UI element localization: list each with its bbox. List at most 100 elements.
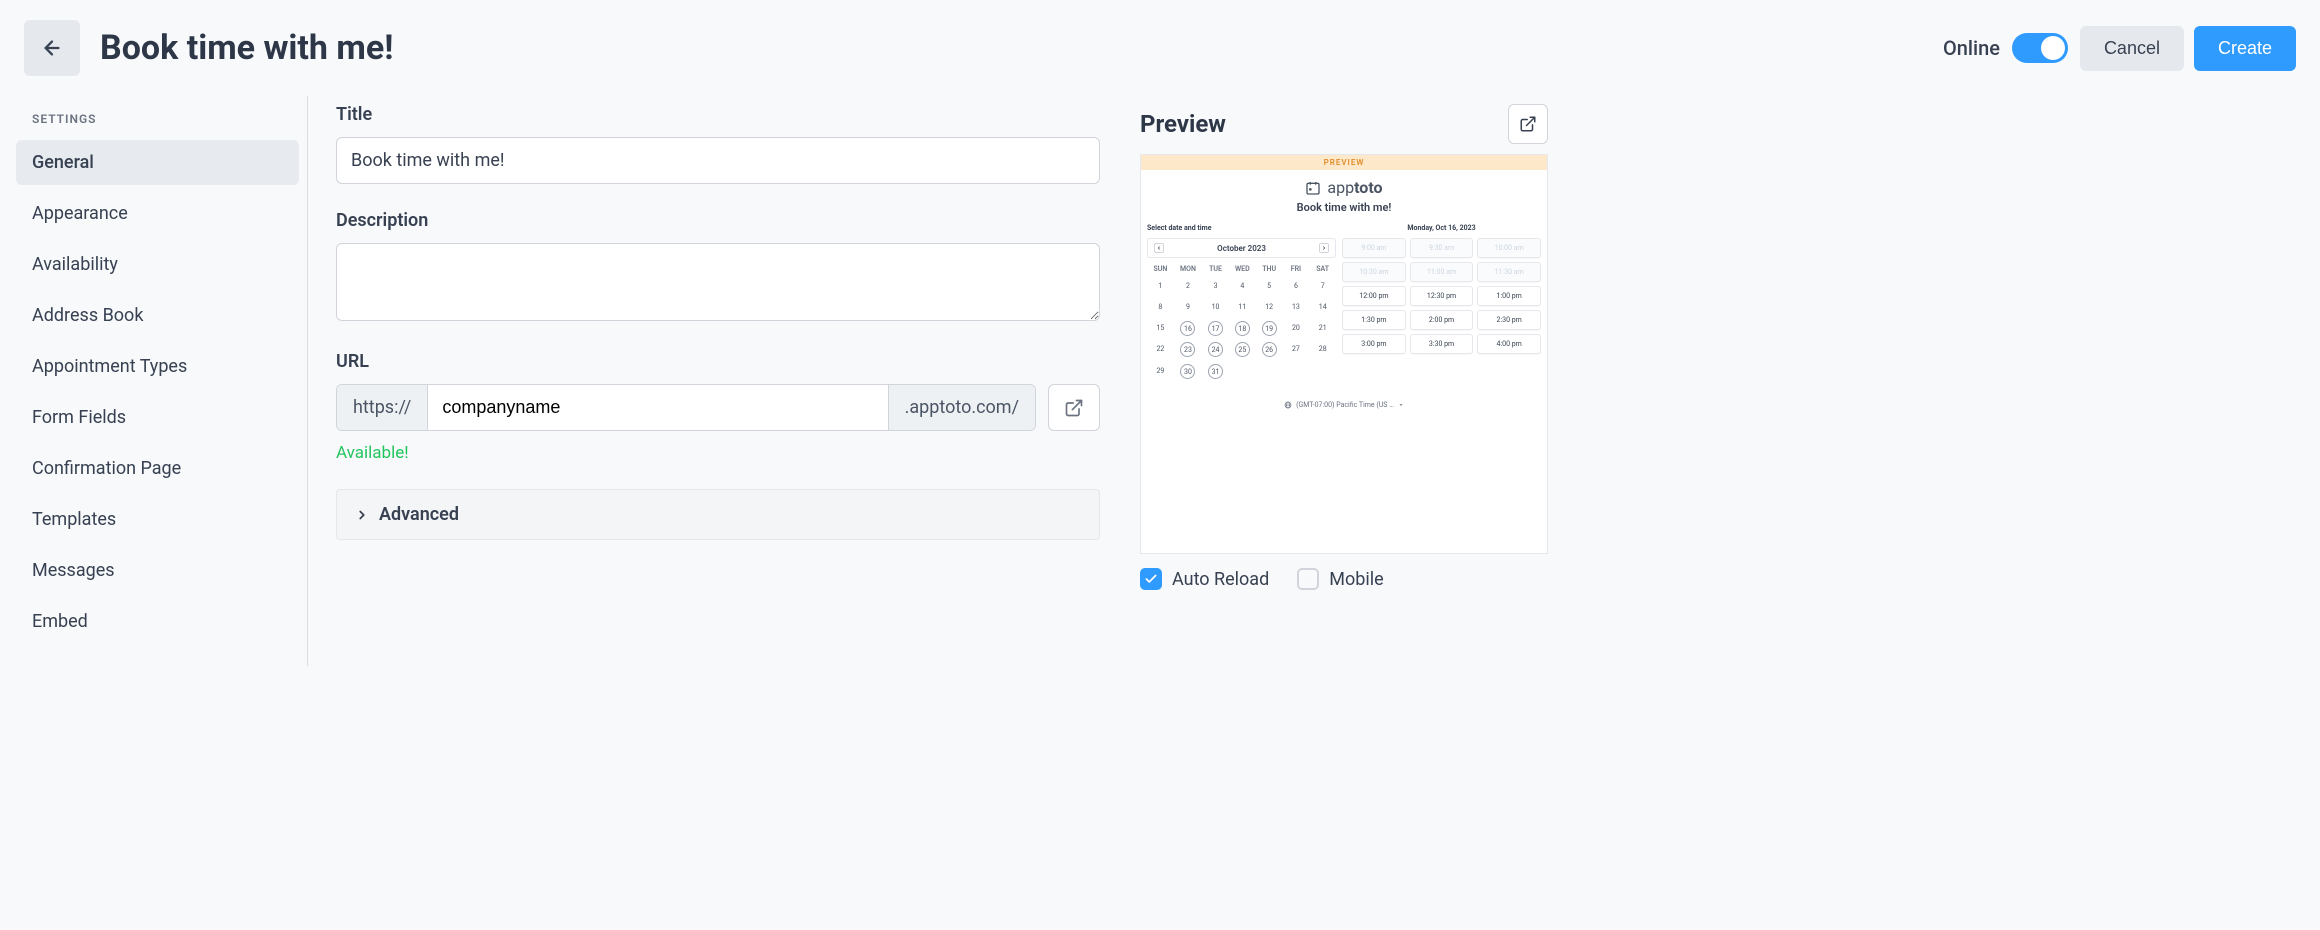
time-slot[interactable]: 12:00 pm	[1342, 286, 1406, 306]
chevron-right-icon	[355, 508, 369, 522]
time-slot: 11:00 am	[1410, 262, 1474, 282]
calendar-day[interactable]: 19	[1256, 318, 1283, 339]
calendar-day[interactable]: 18	[1229, 318, 1256, 339]
mobile-checkbox[interactable]: Mobile	[1297, 568, 1383, 590]
calendar-day[interactable]: 21	[1309, 318, 1336, 339]
create-button[interactable]: Create	[2194, 26, 2296, 71]
mobile-label: Mobile	[1329, 569, 1383, 590]
arrow-left-icon	[41, 37, 63, 59]
preview-brand: apptoto	[1141, 170, 1547, 201]
calendar-day[interactable]: 30	[1174, 360, 1202, 383]
url-prefix: https://	[337, 385, 428, 430]
calendar-day	[1256, 360, 1283, 383]
calendar-day[interactable]: 22	[1147, 339, 1174, 360]
calendar-day[interactable]: 14	[1309, 297, 1336, 318]
calendar-day[interactable]: 13	[1283, 297, 1310, 318]
sidebar-item-embed[interactable]: Embed	[16, 599, 299, 644]
url-label: URL	[336, 351, 1100, 372]
url-input[interactable]	[428, 385, 887, 430]
calendar-day[interactable]: 29	[1147, 360, 1174, 383]
time-slots: 9:00 am9:30 am10:00 am10:30 am11:00 am11…	[1342, 238, 1541, 354]
preview-frame: PREVIEW apptoto Book time with me! Selec…	[1140, 154, 1548, 554]
advanced-section-toggle[interactable]: Advanced	[336, 489, 1100, 540]
weekday-header: TUE	[1202, 262, 1229, 276]
preview-timezone[interactable]: (GMT-07:00) Pacific Time (US …	[1141, 401, 1547, 409]
calendar-day[interactable]: 6	[1283, 276, 1310, 297]
time-slot[interactable]: 3:30 pm	[1410, 334, 1474, 354]
open-preview-button[interactable]	[1508, 104, 1548, 144]
title-input[interactable]	[336, 137, 1100, 184]
url-availability-status: Available!	[336, 443, 1100, 463]
calendar-day[interactable]: 28	[1309, 339, 1336, 360]
calendar-day[interactable]: 2	[1174, 276, 1202, 297]
calendar-day[interactable]: 26	[1256, 339, 1283, 360]
calendar-day[interactable]: 7	[1309, 276, 1336, 297]
url-suffix: .apptoto.com/	[888, 385, 1035, 430]
calendar-grid: SUNMONTUEWEDTHUFRISAT 123456789101112131…	[1147, 262, 1336, 383]
calendar-day[interactable]: 15	[1147, 318, 1174, 339]
calendar-next-button[interactable]	[1319, 243, 1329, 253]
calendar-day[interactable]: 25	[1229, 339, 1256, 360]
auto-reload-checkbox[interactable]: Auto Reload	[1140, 568, 1269, 590]
calendar-prev-button[interactable]	[1154, 243, 1164, 253]
cancel-button[interactable]: Cancel	[2080, 26, 2184, 71]
calendar-day	[1283, 360, 1310, 383]
calendar-day[interactable]: 4	[1229, 276, 1256, 297]
chevron-down-icon	[1398, 402, 1404, 408]
calendar-day[interactable]: 12	[1256, 297, 1283, 318]
time-slot[interactable]: 2:00 pm	[1410, 310, 1474, 330]
url-input-group: https:// .apptoto.com/	[336, 384, 1036, 431]
calendar-day[interactable]: 27	[1283, 339, 1310, 360]
calendar-day[interactable]: 9	[1174, 297, 1202, 318]
external-link-icon	[1519, 115, 1537, 133]
time-slot[interactable]: 1:00 pm	[1477, 286, 1541, 306]
sidebar-item-templates[interactable]: Templates	[16, 497, 299, 542]
open-url-button[interactable]	[1048, 384, 1100, 431]
back-button[interactable]	[24, 20, 80, 76]
external-link-icon	[1064, 398, 1084, 418]
time-slot[interactable]: 4:00 pm	[1477, 334, 1541, 354]
sidebar-item-form-fields[interactable]: Form Fields	[16, 395, 299, 440]
calendar-day[interactable]: 8	[1147, 297, 1174, 318]
calendar-day[interactable]: 17	[1202, 318, 1229, 339]
calendar-day[interactable]: 5	[1256, 276, 1283, 297]
preview-date-heading: Monday, Oct 16, 2023	[1342, 224, 1541, 232]
calendar-day[interactable]: 31	[1202, 360, 1229, 383]
time-slot: 9:00 am	[1342, 238, 1406, 258]
calendar-day[interactable]: 23	[1174, 339, 1202, 360]
calendar-icon	[1305, 180, 1321, 196]
time-slot[interactable]: 2:30 pm	[1477, 310, 1541, 330]
calendar-day	[1309, 360, 1336, 383]
time-slot[interactable]: 1:30 pm	[1342, 310, 1406, 330]
checkbox-icon	[1140, 568, 1162, 590]
weekday-header: SAT	[1309, 262, 1336, 276]
online-toggle[interactable]	[2012, 33, 2068, 63]
sidebar-item-messages[interactable]: Messages	[16, 548, 299, 593]
sidebar-item-general[interactable]: General	[16, 140, 299, 185]
sidebar-item-appearance[interactable]: Appearance	[16, 191, 299, 236]
calendar-day[interactable]: 24	[1202, 339, 1229, 360]
calendar-day[interactable]: 11	[1229, 297, 1256, 318]
sidebar-item-address-book[interactable]: Address Book	[16, 293, 299, 338]
calendar-header: October 2023	[1147, 238, 1336, 258]
form-panel: Title Description URL https:// .apptoto.…	[308, 96, 1128, 666]
time-slot: 10:00 am	[1477, 238, 1541, 258]
sidebar-item-confirmation-page[interactable]: Confirmation Page	[16, 446, 299, 491]
calendar-day[interactable]: 16	[1174, 318, 1202, 339]
calendar-day[interactable]: 1	[1147, 276, 1174, 297]
preview-panel: Preview PREVIEW apptoto Book time with m…	[1128, 96, 1548, 666]
weekday-header: WED	[1229, 262, 1256, 276]
description-input[interactable]	[336, 243, 1100, 321]
calendar-day[interactable]: 20	[1283, 318, 1310, 339]
calendar-day[interactable]: 10	[1202, 297, 1229, 318]
toggle-knob	[2041, 36, 2065, 60]
sidebar-item-availability[interactable]: Availability	[16, 242, 299, 287]
preview-banner: PREVIEW	[1141, 155, 1547, 170]
preview-page-title: Book time with me!	[1141, 201, 1547, 224]
time-slot[interactable]: 12:30 pm	[1410, 286, 1474, 306]
sidebar-item-appointment-types[interactable]: Appointment Types	[16, 344, 299, 389]
sidebar-heading: SETTINGS	[16, 112, 299, 140]
content-area: SETTINGS General Appearance Availability Ad…	[0, 88, 2320, 690]
time-slot[interactable]: 3:00 pm	[1342, 334, 1406, 354]
calendar-day[interactable]: 3	[1202, 276, 1229, 297]
